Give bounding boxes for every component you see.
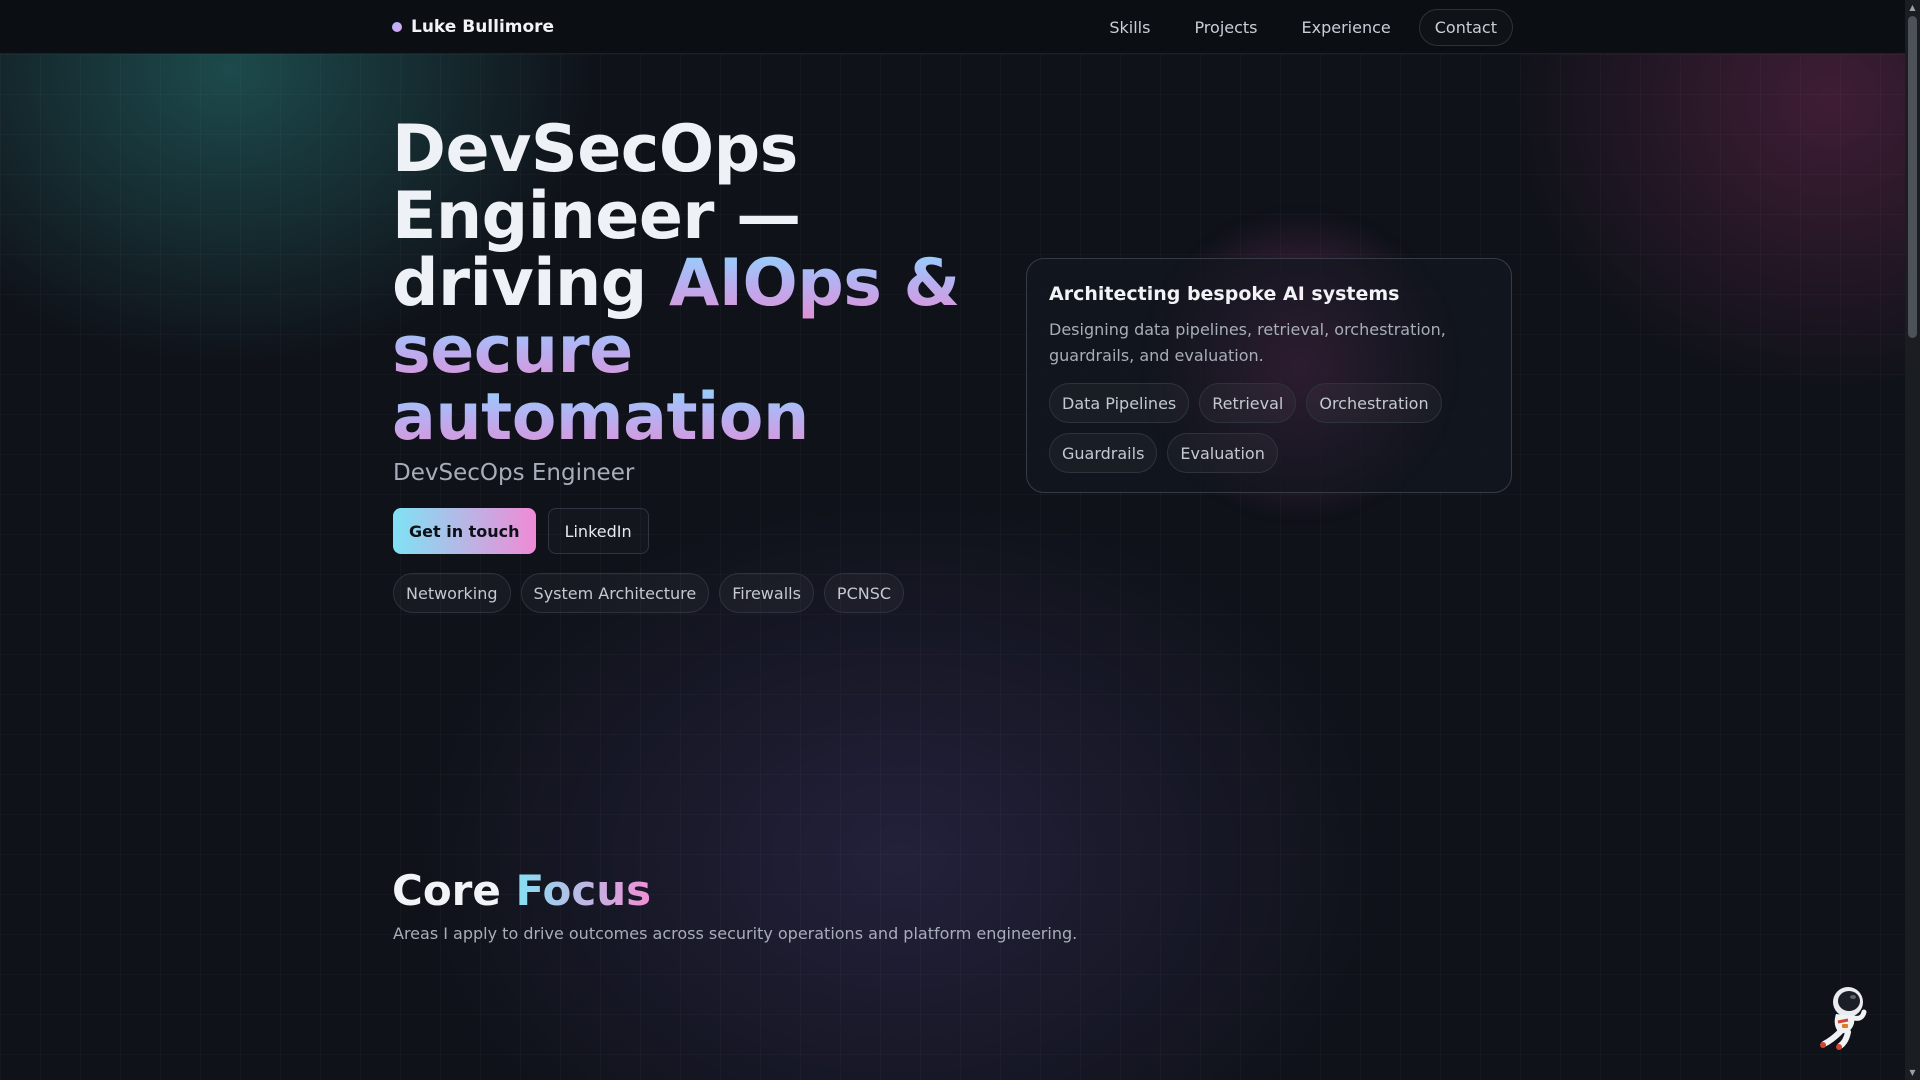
scroll-down-arrow-icon[interactable]: ▼ bbox=[1905, 1065, 1920, 1080]
tag-chip: Evaluation bbox=[1167, 433, 1278, 473]
tag-chip: Guardrails bbox=[1049, 433, 1158, 473]
tag-chip: Networking bbox=[393, 573, 511, 613]
tag-chip: Retrieval bbox=[1199, 383, 1297, 423]
tag-chip: Data Pipelines bbox=[1049, 383, 1190, 423]
core-focus-title-highlight: Focus bbox=[515, 866, 652, 915]
nav-link-contact[interactable]: Contact bbox=[1418, 8, 1513, 46]
hero-actions: Get in touch LinkedIn bbox=[393, 508, 649, 554]
tag-chip: System Architecture bbox=[520, 573, 710, 613]
astronaut-icon[interactable] bbox=[1818, 986, 1870, 1050]
tag-chip: Firewalls bbox=[719, 573, 814, 613]
ai-systems-card: Architecting bespoke AI systems Designin… bbox=[1026, 258, 1512, 493]
hero-title-highlight-1: AIOps & bbox=[668, 246, 960, 321]
core-focus-subtitle: Areas I apply to drive outcomes across s… bbox=[393, 924, 1078, 943]
hero-title: DevSecOps Engineer — driving AIOps & sec… bbox=[392, 116, 1012, 451]
hero-title-highlight-2: secure bbox=[392, 313, 633, 388]
hero-title-highlight-3: automation bbox=[392, 380, 809, 455]
top-nav: Luke Bullimore Skills Projects Experienc… bbox=[0, 0, 1905, 54]
linkedin-button[interactable]: LinkedIn bbox=[547, 508, 649, 554]
card-title: Architecting bespoke AI systems bbox=[1049, 283, 1400, 305]
nav-link-projects[interactable]: Projects bbox=[1178, 9, 1273, 46]
scroll-thumb[interactable] bbox=[1908, 16, 1917, 338]
card-tags: Data Pipelines Retrieval Orchestration G… bbox=[1049, 383, 1489, 473]
core-focus-title-plain: Core bbox=[392, 866, 516, 915]
hero-title-line1: DevSecOps bbox=[392, 112, 798, 187]
nav-links: Skills Projects Experience Contact bbox=[1093, 0, 1513, 54]
nav-link-skills[interactable]: Skills bbox=[1093, 9, 1166, 46]
get-in-touch-button[interactable]: Get in touch bbox=[393, 508, 536, 554]
hero-title-line3: driving bbox=[392, 246, 669, 321]
hero-tags: Networking System Architecture Firewalls… bbox=[393, 573, 905, 613]
brand-link[interactable]: Luke Bullimore bbox=[392, 0, 554, 54]
hero-title-line2: Engineer — bbox=[392, 179, 801, 254]
hero-subtitle: DevSecOps Engineer bbox=[393, 460, 635, 486]
page-scrollbar[interactable]: ▲ ▼ bbox=[1905, 0, 1920, 1080]
nav-link-experience[interactable]: Experience bbox=[1286, 9, 1407, 46]
card-description: Designing data pipelines, retrieval, orc… bbox=[1049, 320, 1446, 365]
scroll-up-arrow-icon[interactable]: ▲ bbox=[1905, 0, 1920, 15]
dot-icon bbox=[392, 22, 402, 32]
tag-chip: Orchestration bbox=[1306, 383, 1442, 423]
brand-name: Luke Bullimore bbox=[411, 17, 555, 37]
core-focus-title: Core Focus bbox=[392, 866, 651, 915]
tag-chip: PCNSC bbox=[823, 573, 905, 613]
